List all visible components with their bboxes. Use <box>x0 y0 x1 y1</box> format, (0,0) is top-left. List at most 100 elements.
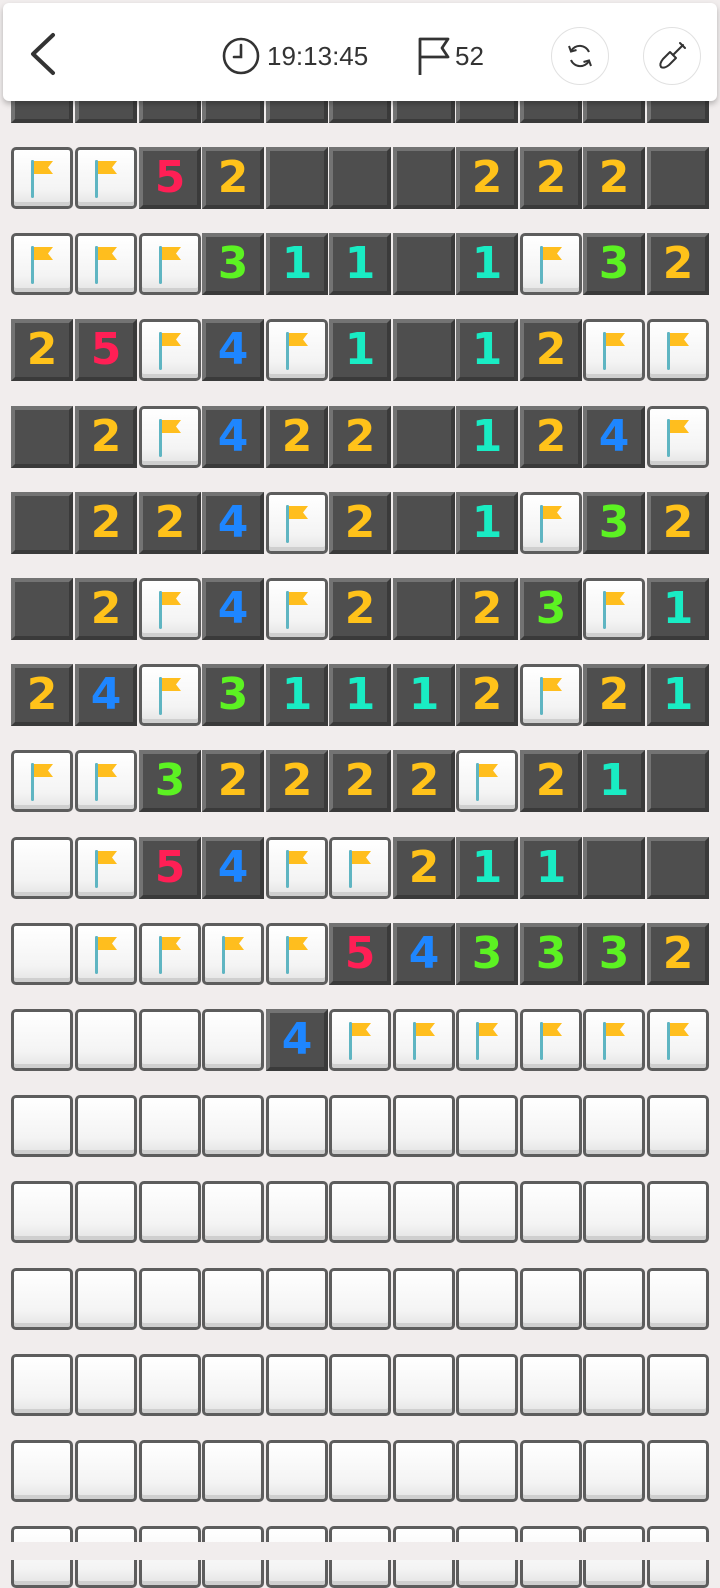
hidden-cell[interactable] <box>393 1440 455 1502</box>
hidden-cell[interactable] <box>266 1181 328 1243</box>
hidden-cell[interactable] <box>139 1095 201 1157</box>
flagged-cell[interactable] <box>11 233 73 295</box>
hidden-cell[interactable] <box>647 1440 709 1502</box>
hidden-cell[interactable] <box>520 1095 582 1157</box>
flagged-cell[interactable] <box>139 664 201 726</box>
hidden-cell[interactable] <box>329 1268 391 1330</box>
flagged-cell[interactable] <box>11 147 73 209</box>
hidden-cell[interactable] <box>202 1009 264 1071</box>
hidden-cell[interactable] <box>647 1268 709 1330</box>
flagged-cell[interactable] <box>647 406 709 468</box>
hidden-cell[interactable] <box>393 1268 455 1330</box>
hidden-cell[interactable] <box>202 1181 264 1243</box>
flagged-cell[interactable] <box>11 750 73 812</box>
flagged-cell[interactable] <box>520 664 582 726</box>
hidden-cell[interactable] <box>647 1095 709 1157</box>
number-cell: 2 <box>520 750 582 812</box>
hidden-cell[interactable] <box>456 1354 518 1416</box>
hidden-cell[interactable] <box>11 1009 73 1071</box>
hidden-cell[interactable] <box>329 1440 391 1502</box>
flagged-cell[interactable] <box>520 1009 582 1071</box>
hidden-cell[interactable] <box>202 1354 264 1416</box>
flagged-cell[interactable] <box>583 578 645 640</box>
back-button[interactable] <box>25 31 61 77</box>
hidden-cell[interactable] <box>456 1268 518 1330</box>
flagged-cell[interactable] <box>266 319 328 381</box>
hidden-cell[interactable] <box>139 1268 201 1330</box>
flagged-cell[interactable] <box>75 233 137 295</box>
hidden-cell[interactable] <box>139 1354 201 1416</box>
hidden-cell[interactable] <box>266 1268 328 1330</box>
hidden-cell[interactable] <box>393 1181 455 1243</box>
hidden-cell[interactable] <box>647 1354 709 1416</box>
hidden-cell[interactable] <box>75 1440 137 1502</box>
hidden-cell[interactable] <box>583 1181 645 1243</box>
hidden-cell[interactable] <box>329 1354 391 1416</box>
hidden-cell[interactable] <box>139 1181 201 1243</box>
hidden-cell[interactable] <box>393 1095 455 1157</box>
flagged-cell[interactable] <box>202 923 264 985</box>
hidden-cell[interactable] <box>11 1095 73 1157</box>
flagged-cell[interactable] <box>139 406 201 468</box>
hidden-cell[interactable] <box>456 1440 518 1502</box>
hidden-cell[interactable] <box>75 1009 137 1071</box>
flagged-cell[interactable] <box>647 1009 709 1071</box>
hidden-cell[interactable] <box>583 1268 645 1330</box>
flagged-cell[interactable] <box>583 319 645 381</box>
flagged-cell[interactable] <box>329 837 391 899</box>
hidden-cell[interactable] <box>75 1181 137 1243</box>
hidden-cell[interactable] <box>520 1440 582 1502</box>
flagged-cell[interactable] <box>520 233 582 295</box>
flagged-cell[interactable] <box>266 578 328 640</box>
flagged-cell[interactable] <box>266 837 328 899</box>
hidden-cell[interactable] <box>11 923 73 985</box>
flagged-cell[interactable] <box>75 750 137 812</box>
hidden-cell[interactable] <box>75 1268 137 1330</box>
hidden-cell[interactable] <box>583 1440 645 1502</box>
flagged-cell[interactable] <box>139 233 201 295</box>
flagged-cell[interactable] <box>75 147 137 209</box>
flagged-cell[interactable] <box>139 923 201 985</box>
hidden-cell[interactable] <box>329 1181 391 1243</box>
flagged-cell[interactable] <box>456 1009 518 1071</box>
flagged-cell[interactable] <box>266 923 328 985</box>
hidden-cell[interactable] <box>456 1095 518 1157</box>
hidden-cell[interactable] <box>202 1095 264 1157</box>
hidden-cell[interactable] <box>11 1268 73 1330</box>
hidden-cell[interactable] <box>202 1440 264 1502</box>
flagged-cell[interactable] <box>393 1009 455 1071</box>
hidden-cell[interactable] <box>456 1181 518 1243</box>
hidden-cell[interactable] <box>139 1440 201 1502</box>
flagged-cell[interactable] <box>456 750 518 812</box>
flagged-cell[interactable] <box>266 492 328 554</box>
hidden-cell[interactable] <box>266 1440 328 1502</box>
flagged-cell[interactable] <box>139 319 201 381</box>
flagged-cell[interactable] <box>75 837 137 899</box>
hidden-cell[interactable] <box>11 1354 73 1416</box>
flagged-cell[interactable] <box>520 492 582 554</box>
hidden-cell[interactable] <box>583 1095 645 1157</box>
hidden-cell[interactable] <box>520 1354 582 1416</box>
hidden-cell[interactable] <box>266 1095 328 1157</box>
hidden-cell[interactable] <box>647 1181 709 1243</box>
hidden-cell[interactable] <box>202 1268 264 1330</box>
flagged-cell[interactable] <box>75 923 137 985</box>
hidden-cell[interactable] <box>520 1181 582 1243</box>
hidden-cell[interactable] <box>11 1181 73 1243</box>
flagged-cell[interactable] <box>329 1009 391 1071</box>
hidden-cell[interactable] <box>11 1440 73 1502</box>
hidden-cell[interactable] <box>520 1268 582 1330</box>
hidden-cell[interactable] <box>329 1095 391 1157</box>
dig-tool-button[interactable] <box>643 27 701 85</box>
hidden-cell[interactable] <box>139 1009 201 1071</box>
hidden-cell[interactable] <box>583 1354 645 1416</box>
flagged-cell[interactable] <box>647 319 709 381</box>
hidden-cell[interactable] <box>266 1354 328 1416</box>
hidden-cell[interactable] <box>11 837 73 899</box>
restart-button[interactable] <box>551 27 609 85</box>
hidden-cell[interactable] <box>393 1354 455 1416</box>
hidden-cell[interactable] <box>75 1354 137 1416</box>
flagged-cell[interactable] <box>139 578 201 640</box>
flagged-cell[interactable] <box>583 1009 645 1071</box>
hidden-cell[interactable] <box>75 1095 137 1157</box>
